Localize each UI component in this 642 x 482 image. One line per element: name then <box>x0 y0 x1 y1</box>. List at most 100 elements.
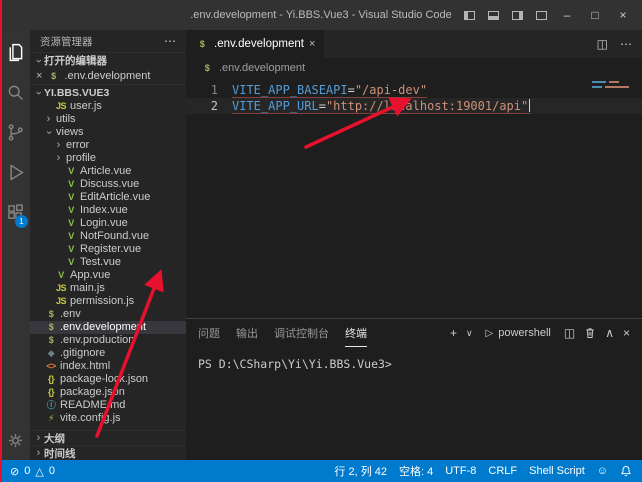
title-bar[interactable]: .env.development - Yi.BBS.Vue3 - Visual … <box>0 0 642 30</box>
editor-tab-bar: $ .env.development × ◫ ⋯ <box>186 30 642 58</box>
cursor-position-status[interactable]: 行 2, 列 42 <box>334 463 387 479</box>
tree-item-App.vue[interactable]: VApp.vue <box>30 269 186 282</box>
env-file-icon: $ <box>44 334 58 347</box>
panel-tab-终端[interactable]: 终端 <box>345 319 367 347</box>
toggle-sidebar-icon[interactable] <box>458 4 480 26</box>
encoding-status[interactable]: UTF-8 <box>445 465 476 477</box>
tree-item-label: App.vue <box>68 269 110 282</box>
tree-item-.gitignore[interactable]: ◆.gitignore <box>30 347 186 360</box>
chevron-right-icon: › <box>33 447 44 459</box>
tree-item-label: package-lock.json <box>58 373 148 386</box>
tree-item-label: Test.vue <box>78 256 121 269</box>
tree-item-EditArticle.vue[interactable]: VEditArticle.vue <box>30 191 186 204</box>
terminal-content[interactable]: PS D:\CSharp\Yi\Yi.BBS.Vue3> <box>186 347 642 460</box>
close-tab-icon[interactable]: × <box>309 38 315 50</box>
tree-item-Register.vue[interactable]: VRegister.vue <box>30 243 186 256</box>
terminal-instance-item[interactable]: ▷ powershell <box>482 327 555 339</box>
minimap[interactable] <box>592 81 636 91</box>
tree-item-user.js[interactable]: JSuser.js <box>30 100 186 113</box>
toggle-secondary-sidebar-icon[interactable] <box>506 4 528 26</box>
open-editors-header[interactable]: › 打开的编辑器 <box>30 52 186 68</box>
indentation-status[interactable]: 空格: 4 <box>399 463 433 479</box>
notifications-bell-icon[interactable] <box>620 465 632 477</box>
problems-status[interactable]: ⊘ 0 △ 0 <box>10 465 55 478</box>
code-line-2[interactable]: 2VITE_APP_URL="http://localhost:19001/ap… <box>186 98 642 114</box>
outline-section[interactable]: › 大纲 <box>30 430 186 445</box>
chevron-down-icon: › <box>42 127 55 138</box>
tree-item-.env.development[interactable]: $.env.development <box>30 321 186 334</box>
tree-item-label: EditArticle.vue <box>78 191 150 204</box>
tree-item-label: utils <box>54 113 76 126</box>
tree-item-README.md[interactable]: ⓘREADME.md <box>30 399 186 412</box>
split-editor-icon[interactable]: ◫ <box>597 37 608 51</box>
tree-item-views[interactable]: ›views <box>30 126 186 139</box>
tree-item-.env.production[interactable]: $.env.production <box>30 334 186 347</box>
tree-item-Login.vue[interactable]: VLogin.vue <box>30 217 186 230</box>
tree-item-NotFound.vue[interactable]: VNotFound.vue <box>30 230 186 243</box>
chevron-right-icon: › <box>33 432 44 444</box>
code-line-1[interactable]: 1VITE_APP_BASEAPI="/api-dev" <box>186 82 642 98</box>
tab-env-development[interactable]: $ .env.development × <box>186 30 325 58</box>
tree-item-Test.vue[interactable]: VTest.vue <box>30 256 186 269</box>
panel-tab-bar: 问题输出调试控制台终端 + ∨ ▷ powershell ◫ ∧ × <box>186 319 642 347</box>
maximize-panel-icon[interactable]: ∧ <box>605 326 614 340</box>
kill-terminal-icon[interactable] <box>584 327 596 339</box>
code-text: VITE_APP_URL="http://localhost:19001/api… <box>232 99 530 114</box>
maximize-button[interactable]: □ <box>582 3 608 27</box>
minimize-button[interactable]: – <box>554 3 580 27</box>
activity-settings[interactable] <box>0 420 30 460</box>
open-editor-item[interactable]: × $ .env.development <box>30 68 186 84</box>
split-terminal-icon[interactable]: ◫ <box>564 326 575 340</box>
code-editor[interactable]: 1VITE_APP_BASEAPI="/api-dev"2VITE_APP_UR… <box>186 78 642 318</box>
editor-more-actions-icon[interactable]: ⋯ <box>620 37 632 51</box>
env-file-icon: $ <box>44 321 58 334</box>
vue-file-icon: V <box>64 243 78 256</box>
tree-item-utils[interactable]: ›utils <box>30 113 186 126</box>
close-icon[interactable]: × <box>36 70 42 82</box>
tree-item-permission.js[interactable]: JSpermission.js <box>30 295 186 308</box>
bottom-panel: 问题输出调试控制台终端 + ∨ ▷ powershell ◫ ∧ × <box>186 318 642 460</box>
tree-item-index.html[interactable]: <>index.html <box>30 360 186 373</box>
language-mode-status[interactable]: Shell Script <box>529 465 585 477</box>
panel-tab-问题[interactable]: 问题 <box>198 319 220 347</box>
tree-item-label: Login.vue <box>78 217 128 230</box>
tree-item-Discuss.vue[interactable]: VDiscuss.vue <box>30 178 186 191</box>
new-terminal-icon[interactable]: + <box>450 326 457 340</box>
project-header[interactable]: › YI.BBS.VUE3 <box>30 84 186 100</box>
tree-item-Index.vue[interactable]: VIndex.vue <box>30 204 186 217</box>
panel-tab-调试控制台[interactable]: 调试控制台 <box>274 319 329 347</box>
tree-item-Article.vue[interactable]: VArticle.vue <box>30 165 186 178</box>
code-lines: 1VITE_APP_BASEAPI="/api-dev"2VITE_APP_UR… <box>186 82 642 114</box>
activity-search[interactable] <box>0 72 30 112</box>
activity-extensions[interactable]: 1 <box>0 192 30 232</box>
vue-file-icon: V <box>64 256 78 269</box>
timeline-section[interactable]: › 时间线 <box>30 445 186 460</box>
close-panel-icon[interactable]: × <box>623 326 630 340</box>
explorer-more-actions-icon[interactable]: ⋯ <box>164 34 176 48</box>
tree-item-package-lock.json[interactable]: {}package-lock.json <box>30 373 186 386</box>
git-branch-icon <box>5 122 26 143</box>
tree-item-error[interactable]: ›error <box>30 139 186 152</box>
activity-explorer[interactable] <box>0 32 30 72</box>
tree-item-package.json[interactable]: {}package.json <box>30 386 186 399</box>
panel-tabs: 问题输出调试控制台终端 <box>198 319 367 347</box>
tree-item-label: main.js <box>68 282 105 295</box>
breadcrumb[interactable]: $ .env.development <box>186 58 642 78</box>
vue-file-icon: V <box>64 191 78 204</box>
close-window-button[interactable]: × <box>610 3 636 27</box>
customize-layout-icon[interactable] <box>530 4 552 26</box>
html-file-icon: <> <box>44 360 58 373</box>
panel-tab-输出[interactable]: 输出 <box>236 319 258 347</box>
feedback-smiley-icon[interactable]: ☺ <box>597 465 608 477</box>
tree-item-vite.config.js[interactable]: ⚡vite.config.js <box>30 412 186 425</box>
annotation-left-line <box>0 0 2 482</box>
toggle-panel-icon[interactable] <box>482 4 504 26</box>
tree-item-main.js[interactable]: JSmain.js <box>30 282 186 295</box>
tab-label: .env.development <box>214 38 304 50</box>
tree-item-profile[interactable]: ›profile <box>30 152 186 165</box>
activity-source-control[interactable] <box>0 112 30 152</box>
tree-item-.env[interactable]: $.env <box>30 308 186 321</box>
eol-status[interactable]: CRLF <box>488 465 517 477</box>
activity-run-debug[interactable] <box>0 152 30 192</box>
terminal-profile-dropdown-icon[interactable]: ∨ <box>466 328 473 339</box>
